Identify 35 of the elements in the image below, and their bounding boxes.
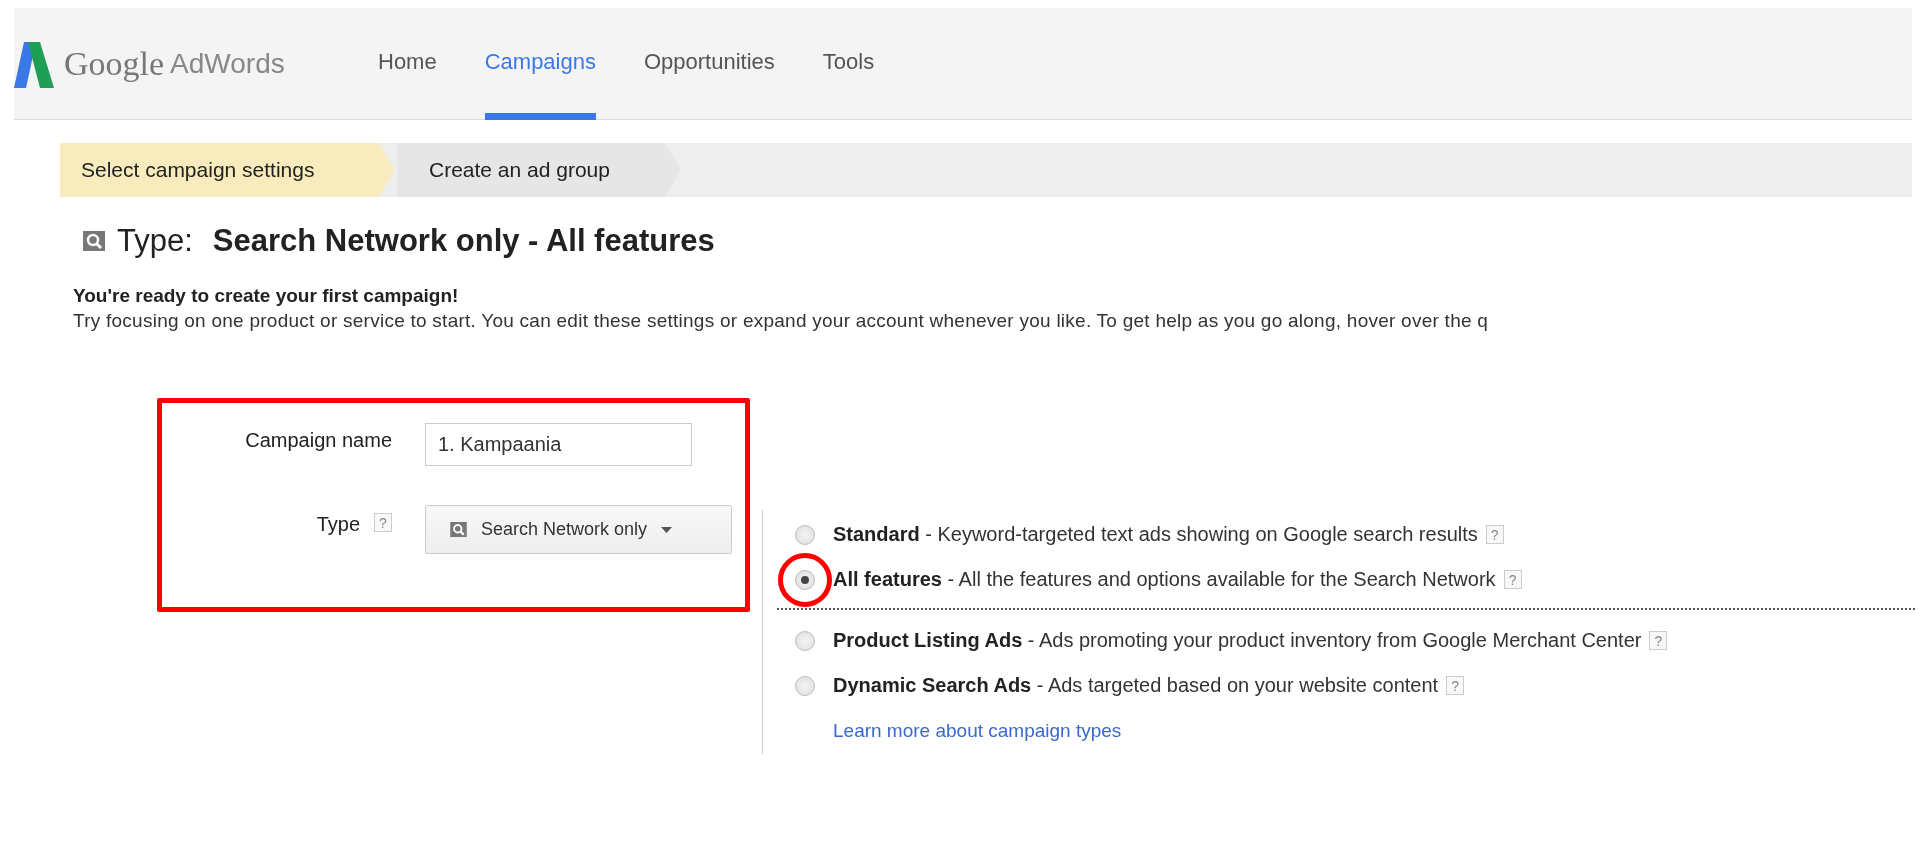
type-label: Type: <box>117 223 193 259</box>
option-label: Dynamic Search Ads - Ads targeted based on your website content <box>833 674 1439 697</box>
help-icon[interactable]: ? <box>374 513 392 532</box>
nav-tab[interactable]: Campaigns <box>484 8 596 120</box>
nav-tab[interactable]: Opportunities <box>643 8 775 120</box>
radio-button[interactable] <box>795 675 815 696</box>
search-icon <box>83 231 105 251</box>
radio-button[interactable] <box>795 524 815 545</box>
search-icon <box>450 522 467 537</box>
nav-tab[interactable]: Home <box>378 8 437 120</box>
option-label: All features - All the features and options available for the Search Network <box>833 568 1496 591</box>
logo-product: AdWords <box>170 47 285 80</box>
field-label: Type <box>316 513 360 536</box>
logo-brand: Google <box>64 44 165 83</box>
intro-text: Try focusing on one product or service to start. You can edit these settings or expand your account whenever you like. To get help as you go along, hover over the q <box>73 310 1490 332</box>
field-label: Campaign name <box>245 429 392 452</box>
caret-icon <box>661 526 673 533</box>
type-value: Search Network only - All features <box>212 223 715 259</box>
step-tab[interactable]: Create an ad group <box>397 143 681 197</box>
nav-tab[interactable]: Tools <box>822 8 875 120</box>
campaign-name-field[interactable]: 1. Kampaania <box>425 423 692 466</box>
radio-button[interactable] <box>795 630 815 651</box>
learn-more-link[interactable]: Learn more about campaign types <box>795 720 1122 742</box>
option-label: Product Listing Ads - Ads promoting your product inventory from Google Merchant Center <box>833 629 1642 652</box>
help-icon[interactable]: ? <box>1485 525 1504 544</box>
type-dropdown[interactable]: Search Network only <box>425 505 732 554</box>
step-tab[interactable]: Select campaign settings <box>60 143 395 197</box>
logo-icon <box>14 41 54 88</box>
help-icon[interactable]: ? <box>1446 676 1465 695</box>
highlight-circle <box>778 552 832 607</box>
help-icon[interactable]: ? <box>1503 570 1522 589</box>
option-label: Standard - Keyword-targeted text ads showing on Google search results <box>833 523 1478 546</box>
help-icon[interactable]: ? <box>1649 631 1668 650</box>
intro-heading: You're ready to create your first campaign! <box>73 285 460 307</box>
radio-button[interactable] <box>795 569 815 590</box>
